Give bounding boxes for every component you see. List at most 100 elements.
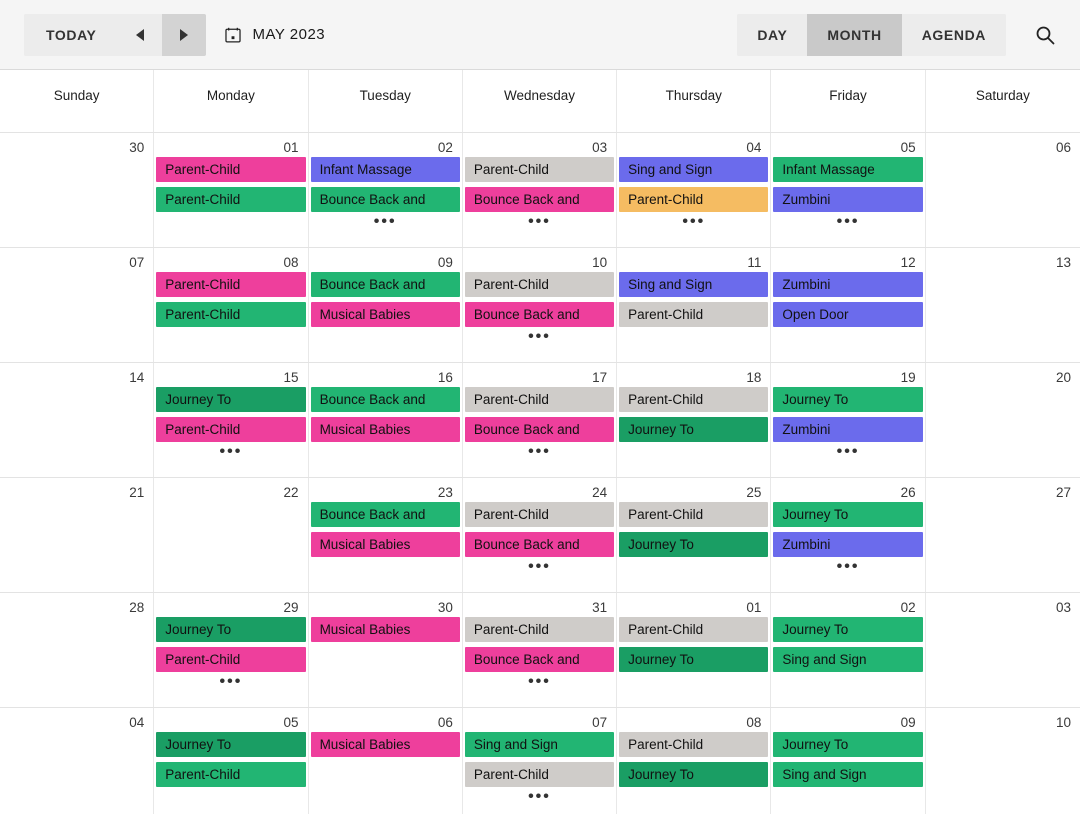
day-cell[interactable]: 19 Journey To Zumbini ••• (771, 363, 926, 477)
day-cell[interactable]: 18 Parent-Child Journey To (617, 363, 772, 477)
day-cell[interactable]: 14 (0, 363, 155, 477)
calendar-event[interactable]: Parent-Child (156, 157, 306, 182)
calendar-event[interactable]: Infant Massage (773, 157, 923, 182)
calendar-event[interactable]: Bounce Back and (464, 532, 615, 557)
calendar-event[interactable]: Musical Babies (310, 417, 460, 442)
more-events-indicator[interactable]: ••• (463, 329, 616, 345)
day-cell[interactable]: 30 Musical Babies (308, 593, 463, 707)
more-events-indicator[interactable]: ••• (154, 444, 307, 460)
previous-period-button[interactable] (118, 13, 163, 56)
day-cell[interactable]: 28 (0, 593, 155, 707)
day-cell[interactable]: 09 Bounce Back and Musical Babies (308, 248, 463, 362)
calendar-event[interactable]: Musical Babies (310, 617, 460, 642)
calendar-event[interactable]: Bounce Back and (464, 417, 615, 442)
calendar-event[interactable]: Zumbini (773, 187, 923, 212)
calendar-event[interactable]: Parent-Child (156, 187, 306, 212)
calendar-event[interactable]: Bounce Back and (464, 302, 615, 327)
calendar-event[interactable]: Parent-Child (619, 302, 769, 327)
calendar-event[interactable]: Parent-Child (619, 617, 769, 642)
calendar-event[interactable]: Musical Babies (310, 732, 460, 757)
view-button-month[interactable]: MONTH (807, 14, 902, 56)
calendar-event[interactable]: Sing and Sign (619, 272, 769, 297)
day-cell[interactable]: 08 Parent-Child Journey To (617, 708, 772, 814)
more-events-indicator[interactable]: ••• (463, 789, 616, 805)
calendar-event[interactable]: Journey To (619, 417, 769, 442)
day-cell[interactable]: 10 Parent-Child Bounce Back and ••• (462, 248, 618, 362)
calendar-event[interactable]: Infant Massage (310, 157, 460, 182)
day-cell[interactable]: 21 (0, 478, 155, 592)
calendar-event[interactable]: Parent-Child (464, 272, 615, 297)
more-events-indicator[interactable]: ••• (463, 674, 616, 690)
calendar-event[interactable]: Journey To (619, 647, 769, 672)
calendar-event[interactable]: Zumbini (773, 417, 923, 442)
day-cell[interactable]: 31 Parent-Child Bounce Back and ••• (462, 593, 618, 707)
more-events-indicator[interactable]: ••• (463, 559, 616, 575)
calendar-event[interactable]: Parent-Child (464, 762, 615, 787)
more-events-indicator[interactable]: ••• (771, 444, 924, 460)
calendar-event[interactable]: Journey To (156, 732, 306, 757)
calendar-event[interactable]: Parent-Child (464, 157, 615, 182)
more-events-indicator[interactable]: ••• (771, 559, 924, 575)
calendar-event[interactable]: Musical Babies (310, 302, 460, 327)
calendar-event[interactable]: Parent-Child (619, 502, 769, 527)
calendar-event[interactable]: Zumbini (773, 272, 923, 297)
day-cell[interactable]: 02 Infant Massage Bounce Back and ••• (308, 133, 463, 247)
calendar-event[interactable]: Journey To (156, 387, 306, 412)
calendar-event[interactable]: Journey To (156, 617, 306, 642)
calendar-event[interactable]: Journey To (773, 732, 923, 757)
next-period-button[interactable] (162, 13, 207, 56)
calendar-event[interactable]: Bounce Back and (310, 387, 460, 412)
today-button[interactable]: TODAY (24, 13, 119, 56)
day-cell[interactable]: 05 Journey To Parent-Child (154, 708, 309, 814)
calendar-event[interactable]: Sing and Sign (773, 762, 923, 787)
day-cell[interactable]: 12 Zumbini Open Door (771, 248, 926, 362)
day-cell[interactable]: 17 Parent-Child Bounce Back and ••• (462, 363, 618, 477)
more-events-indicator[interactable]: ••• (309, 214, 462, 230)
calendar-event[interactable]: Journey To (773, 502, 923, 527)
calendar-event[interactable]: Bounce Back and (310, 187, 460, 212)
day-cell[interactable]: 01 Parent-Child Journey To (617, 593, 772, 707)
day-cell[interactable]: 07 (0, 248, 155, 362)
calendar-event[interactable]: Parent-Child (156, 762, 306, 787)
day-cell[interactable]: 29 Journey To Parent-Child ••• (154, 593, 309, 707)
day-cell[interactable]: 09 Journey To Sing and Sign (771, 708, 926, 814)
search-button[interactable] (1030, 20, 1060, 50)
calendar-event[interactable]: Parent-Child (156, 272, 306, 297)
calendar-event[interactable]: Bounce Back and (464, 647, 615, 672)
day-cell[interactable]: 24 Parent-Child Bounce Back and ••• (462, 478, 618, 592)
more-events-indicator[interactable]: ••• (463, 214, 616, 230)
calendar-event[interactable]: Bounce Back and (464, 187, 615, 212)
calendar-event[interactable]: Parent-Child (619, 187, 769, 212)
calendar-event[interactable]: Journey To (619, 532, 769, 557)
day-cell[interactable]: 10 (925, 708, 1080, 814)
day-cell[interactable]: 08 Parent-Child Parent-Child (154, 248, 309, 362)
calendar-event[interactable]: Musical Babies (310, 532, 460, 557)
day-cell[interactable]: 16 Bounce Back and Musical Babies (308, 363, 463, 477)
day-cell[interactable]: 30 (0, 133, 155, 247)
day-cell[interactable]: 06 (925, 133, 1080, 247)
more-events-indicator[interactable]: ••• (771, 214, 924, 230)
more-events-indicator[interactable]: ••• (463, 444, 616, 460)
calendar-event[interactable]: Parent-Child (156, 417, 306, 442)
day-cell[interactable]: 03 Parent-Child Bounce Back and ••• (462, 133, 618, 247)
calendar-event[interactable]: Journey To (773, 387, 923, 412)
calendar-event[interactable]: Parent-Child (464, 387, 615, 412)
calendar-event[interactable]: Open Door (773, 302, 923, 327)
calendar-event[interactable]: Sing and Sign (773, 647, 923, 672)
more-events-indicator[interactable]: ••• (154, 674, 307, 690)
day-cell[interactable]: 02 Journey To Sing and Sign (771, 593, 926, 707)
day-cell[interactable]: 11 Sing and Sign Parent-Child (617, 248, 772, 362)
day-cell[interactable]: 20 (925, 363, 1080, 477)
day-cell[interactable]: 23 Bounce Back and Musical Babies (308, 478, 463, 592)
day-cell[interactable]: 25 Parent-Child Journey To (617, 478, 772, 592)
calendar-event[interactable]: Parent-Child (464, 502, 615, 527)
calendar-event[interactable]: Bounce Back and (310, 272, 460, 297)
day-cell[interactable]: 15 Journey To Parent-Child ••• (154, 363, 309, 477)
view-button-day[interactable]: DAY (737, 14, 808, 56)
day-cell[interactable]: 05 Infant Massage Zumbini ••• (771, 133, 926, 247)
calendar-event[interactable]: Parent-Child (619, 387, 769, 412)
day-cell[interactable]: 13 (925, 248, 1080, 362)
day-cell[interactable]: 04 (0, 708, 155, 814)
calendar-event[interactable]: Sing and Sign (619, 157, 769, 182)
day-cell[interactable]: 03 (925, 593, 1080, 707)
